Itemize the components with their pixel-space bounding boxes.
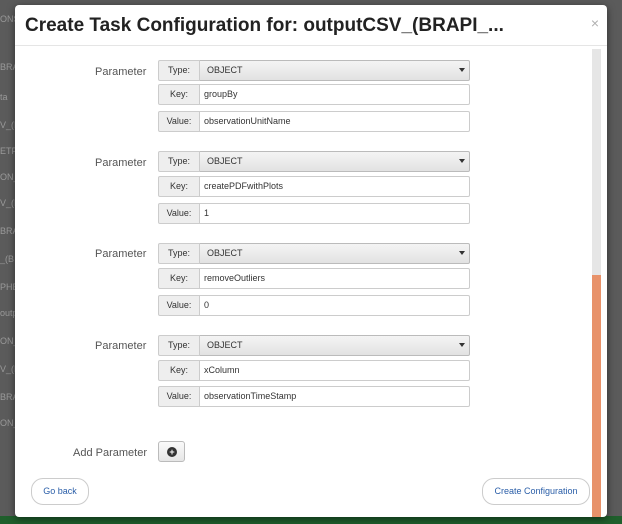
background-row: ta [0,92,8,102]
task-config-modal: Create Task Configuration for: outputCSV… [15,5,607,517]
type-label: Type: [158,151,200,172]
key-label: Key: [158,360,200,381]
key-label: Key: [158,84,200,105]
parameter-value-row: Value: 1 [158,203,470,224]
parameter-type-row: Type: OBJECT [158,151,470,172]
parameter-label: Parameter [95,66,147,78]
chevron-down-icon [459,343,465,347]
type-select[interactable]: OBJECT [200,60,470,81]
type-label: Type: [158,335,200,356]
parameter-type-row: Type: OBJECT [158,60,470,81]
modal-title: Create Task Configuration for: outputCSV… [25,15,504,36]
type-select[interactable]: OBJECT [200,243,470,264]
background-row: outp [0,308,16,318]
chevron-down-icon [459,251,465,255]
background-row: ETF [0,146,16,156]
add-parameter-button[interactable]: + [158,441,185,462]
background-footer-bar [0,516,622,524]
value-label: Value: [158,203,200,224]
parameter-label: Parameter [95,157,147,169]
background-row: _(B [0,254,15,264]
background-row: BRA [0,226,16,236]
value-input[interactable]: 0 [200,295,470,316]
scrollbar-thumb[interactable] [592,275,601,517]
value-label: Value: [158,111,200,132]
key-input[interactable]: xColumn [200,360,470,381]
close-icon[interactable]: × [591,15,599,31]
background-row: V_(B [0,120,16,130]
parameter-value-row: Value: 0 [158,295,470,316]
background-row: ON_ [0,172,16,182]
create-configuration-button[interactable]: Create Configuration [482,478,590,505]
value-label: Value: [158,386,200,407]
value-input[interactable]: observationUnitName [200,111,470,132]
value-label: Value: [158,295,200,316]
type-select-value: OBJECT [207,156,243,166]
parameter-label: Parameter [95,248,147,260]
plus-circle-icon: + [167,447,177,457]
parameter-key-row: Key: removeOutliers [158,268,470,289]
chevron-down-icon [459,159,465,163]
key-input[interactable]: groupBy [200,84,470,105]
key-label: Key: [158,176,200,197]
type-select-value: OBJECT [207,65,243,75]
type-label: Type: [158,60,200,81]
background-row: ONS [0,14,16,24]
key-input[interactable]: createPDFwithPlots [200,176,470,197]
value-input[interactable]: observationTimeStamp [200,386,470,407]
type-select-value: OBJECT [207,248,243,258]
parameter-value-row: Value: observationTimeStamp [158,386,470,407]
parameter-type-row: Type: OBJECT [158,335,470,356]
parameter-key-row: Key: groupBy [158,84,470,105]
parameter-key-row: Key: xColumn [158,360,470,381]
add-parameter-label: Add Parameter [73,447,147,459]
parameter-label: Parameter [95,340,147,352]
background-row: BRA [0,392,16,402]
type-select-value: OBJECT [207,340,243,350]
type-label: Type: [158,243,200,264]
parameter-value-row: Value: observationUnitName [158,111,470,132]
background-row: ON_ [0,336,16,346]
background-row: V_(B [0,364,16,374]
value-input[interactable]: 1 [200,203,470,224]
background-row: ON_ [0,418,16,428]
type-select[interactable]: OBJECT [200,335,470,356]
parameter-key-row: Key: createPDFwithPlots [158,176,470,197]
go-back-button[interactable]: Go back [31,478,89,505]
parameter-type-row: Type: OBJECT [158,243,470,264]
key-label: Key: [158,268,200,289]
background-row: BRA [0,62,16,72]
key-input[interactable]: removeOutliers [200,268,470,289]
modal-header: Create Task Configuration for: outputCSV… [15,5,607,46]
chevron-down-icon [459,68,465,72]
background-row: PHE [0,282,16,292]
type-select[interactable]: OBJECT [200,151,470,172]
background-row: V_(B [0,198,16,208]
